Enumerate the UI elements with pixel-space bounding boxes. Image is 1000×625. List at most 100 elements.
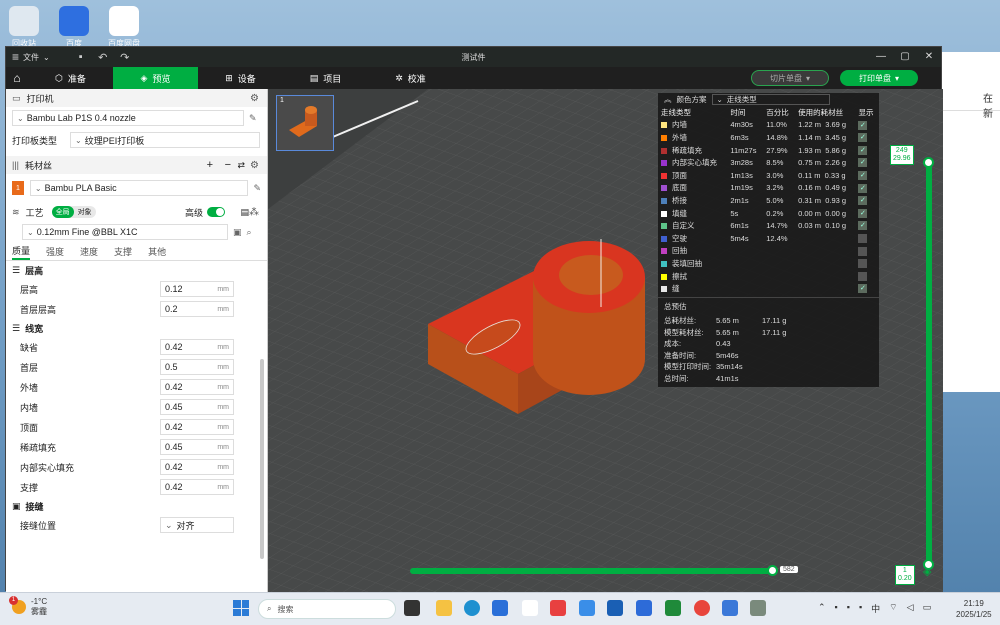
- print-plate-button[interactable]: 打印单盘 ▾: [840, 70, 918, 86]
- show-checkbox[interactable]: [858, 271, 868, 281]
- undo-icon[interactable]: ↶: [92, 51, 114, 64]
- scope-global[interactable]: 全局: [51, 206, 74, 218]
- tab-speed[interactable]: 速度: [80, 245, 98, 258]
- chevron-up-icon[interactable]: ⌃: [818, 602, 826, 615]
- save-icon[interactable]: ▣: [233, 227, 242, 238]
- plate-thumbnail[interactable]: 1: [276, 95, 334, 151]
- layer-slider[interactable]: [926, 161, 932, 566]
- advanced-toggle[interactable]: [207, 207, 225, 217]
- param-input[interactable]: 0.12 mm: [160, 281, 234, 297]
- show-checkbox[interactable]: ✓: [858, 221, 868, 231]
- search-icon[interactable]: ⌕: [247, 227, 252, 238]
- layer-slider-top-handle[interactable]: [923, 157, 934, 168]
- close-button[interactable]: ✕: [917, 47, 941, 67]
- input-language[interactable]: 中: [871, 602, 880, 615]
- app-gray-icon[interactable]: [750, 600, 766, 616]
- bambu-studio-taskbar-icon[interactable]: [665, 600, 681, 616]
- task-view-icon[interactable]: [404, 600, 420, 616]
- param-input[interactable]: 0.42 mm: [160, 339, 234, 355]
- minimize-button[interactable]: —: [869, 47, 893, 67]
- show-checkbox[interactable]: [858, 246, 868, 256]
- battery-icon[interactable]: ▭: [923, 602, 932, 615]
- tray-app-icon[interactable]: ▪: [835, 602, 838, 615]
- chrome-icon[interactable]: [694, 600, 710, 616]
- param-input[interactable]: 0.42 mm: [160, 479, 234, 495]
- tab-support[interactable]: 支撑: [114, 245, 132, 258]
- filament-slot-badge[interactable]: 1: [12, 181, 24, 195]
- baidu-desktop-icon[interactable]: 百度: [52, 6, 96, 49]
- remove-icon[interactable]: −: [225, 159, 231, 171]
- tab-strength[interactable]: 强度: [46, 245, 64, 258]
- redo-icon[interactable]: ↷: [114, 51, 136, 64]
- tray-app-icon[interactable]: ▪: [847, 602, 850, 615]
- scope-toggle[interactable]: 全局 对象: [51, 206, 96, 218]
- param-input[interactable]: 0.45 mm: [160, 439, 234, 455]
- tab-device[interactable]: ⊞ 设备: [198, 67, 283, 89]
- gear-icon[interactable]: ⚙: [250, 160, 259, 171]
- sync-icon[interactable]: ⇄: [237, 160, 245, 171]
- tray-app-icon[interactable]: ▪: [859, 602, 862, 615]
- tab-preview[interactable]: ◈ 预览: [113, 67, 198, 89]
- app-red-icon[interactable]: [550, 600, 566, 616]
- edit-icon[interactable]: ✎: [249, 113, 257, 124]
- param-input[interactable]: 0.42 mm: [160, 459, 234, 475]
- show-checkbox[interactable]: [858, 233, 868, 243]
- show-checkbox[interactable]: ✓: [858, 133, 868, 143]
- start-button[interactable]: [233, 600, 249, 616]
- printer-select[interactable]: ⌄ Bambu Lab P1S 0.4 nozzle: [12, 110, 244, 126]
- show-checkbox[interactable]: ✓: [858, 145, 868, 155]
- show-checkbox[interactable]: ✓: [858, 183, 868, 193]
- background-window[interactable]: 在 新: [940, 52, 1000, 392]
- weather-widget[interactable]: 1 -1°C 雾霾: [9, 596, 47, 617]
- file-explorer-icon[interactable]: [436, 600, 452, 616]
- sidebar-scrollbar[interactable]: [260, 359, 264, 559]
- clock[interactable]: 21:19 2025/1/25: [956, 598, 992, 620]
- plate-type-select[interactable]: ⌄ 纹理PEI打印板: [70, 132, 260, 148]
- outlook-icon[interactable]: [607, 600, 623, 616]
- taskbar-search[interactable]: ⌕ 搜索: [258, 599, 396, 619]
- tab-others[interactable]: 其他: [148, 245, 166, 258]
- wifi-icon[interactable]: ⌔: [889, 602, 897, 615]
- recycle-bin-desktop-icon[interactable]: 回收站: [2, 6, 46, 49]
- tab-quality[interactable]: 质量: [12, 244, 31, 260]
- show-checkbox[interactable]: ✓: [858, 284, 868, 294]
- show-checkbox[interactable]: ✓: [858, 158, 868, 168]
- tab-calibration[interactable]: ✲ 校准: [368, 67, 453, 89]
- 3d-preview-viewport[interactable]: 1 ︽ 颜色方案 ⌄ 走线类型 走线类型 时间 百分比 使用的耗材丝 显示 内墙 4m30s…: [268, 89, 943, 592]
- wps-icon[interactable]: [522, 600, 538, 616]
- param-input[interactable]: 0.5 mm: [160, 359, 234, 375]
- store-icon[interactable]: [492, 600, 508, 616]
- edge-icon[interactable]: [464, 600, 480, 616]
- tune-icon[interactable]: ⁂: [249, 207, 259, 218]
- show-checkbox[interactable]: ✓: [858, 171, 868, 181]
- move-slider-handle[interactable]: [767, 565, 778, 576]
- show-checkbox[interactable]: ✓: [858, 120, 868, 130]
- baidu-netdisk-desktop-icon[interactable]: 百度网盘: [102, 6, 146, 49]
- edit-icon[interactable]: ✎: [253, 183, 261, 194]
- add-icon[interactable]: +: [207, 159, 213, 171]
- onedrive-icon[interactable]: [579, 600, 595, 616]
- tab-prepare[interactable]: ⬡ 准备: [28, 67, 113, 89]
- tab-project[interactable]: ▤ 项目: [283, 67, 368, 89]
- volume-icon[interactable]: ◁: [907, 602, 914, 615]
- param-input[interactable]: 0.42 mm: [160, 419, 234, 435]
- show-checkbox[interactable]: ✓: [858, 208, 868, 218]
- app-check-icon[interactable]: [722, 600, 738, 616]
- maximize-button[interactable]: ▢: [893, 47, 917, 67]
- app-blue-icon[interactable]: [636, 600, 652, 616]
- save-icon[interactable]: ▪: [70, 51, 92, 63]
- show-checkbox[interactable]: [858, 259, 868, 269]
- move-slider[interactable]: [410, 568, 773, 574]
- home-icon[interactable]: ⌂: [6, 67, 28, 89]
- slice-plate-button[interactable]: 切片单盘 ▾: [751, 70, 829, 86]
- color-scheme-select[interactable]: ⌄ 走线类型: [711, 94, 830, 105]
- param-input[interactable]: 0.42 mm: [160, 379, 234, 395]
- file-menu-button[interactable]: ≡ 文件 ⌄: [6, 47, 56, 67]
- compare-icon[interactable]: ▤: [240, 207, 249, 218]
- show-checkbox[interactable]: ✓: [858, 196, 868, 206]
- param-input[interactable]: 0.45 mm: [160, 399, 234, 415]
- gear-icon[interactable]: ⚙: [250, 93, 259, 104]
- param-input[interactable]: 0.2 mm: [160, 301, 234, 317]
- seam-position-select[interactable]: ⌄ 对齐: [160, 517, 234, 533]
- process-preset-select[interactable]: ⌄ 0.12mm Fine @BBL X1C: [22, 224, 228, 240]
